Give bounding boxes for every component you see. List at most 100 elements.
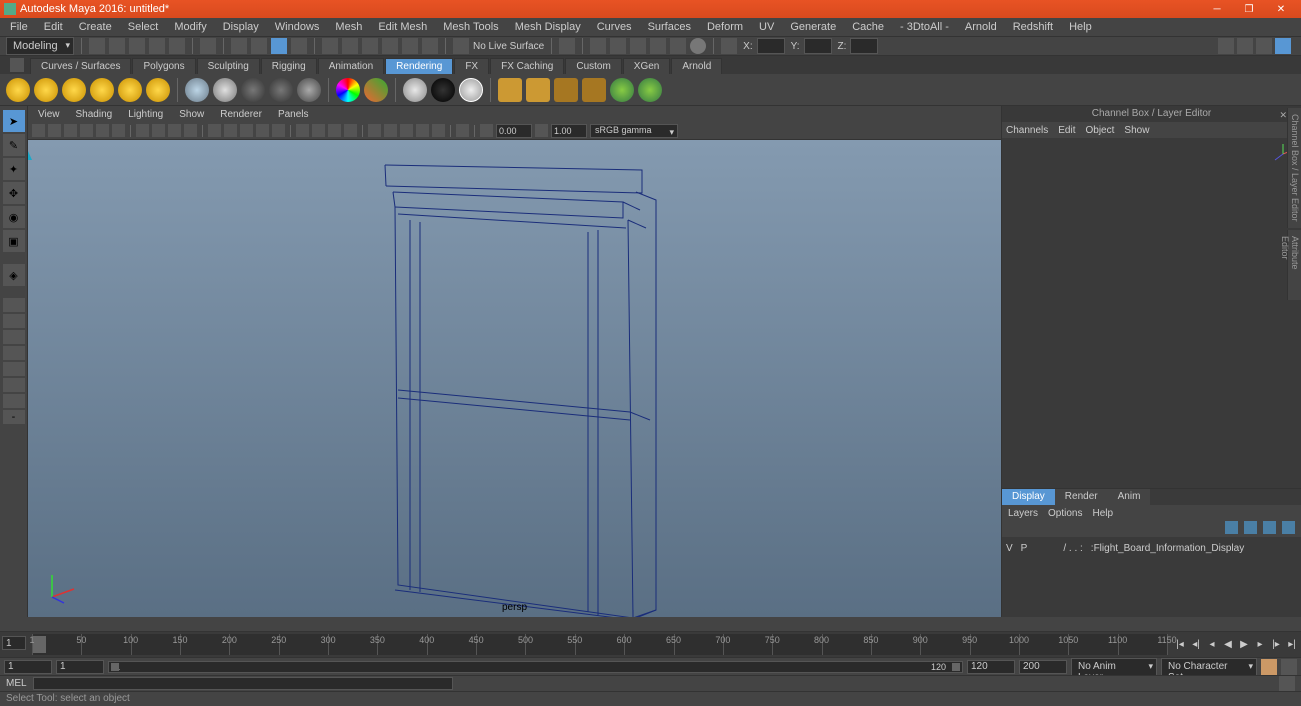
menu-display[interactable]: Display <box>217 19 265 35</box>
hik-icon[interactable] <box>1237 38 1253 54</box>
menu-select[interactable]: Select <box>122 19 165 35</box>
layered-shader-icon[interactable] <box>364 78 388 102</box>
history-icon[interactable] <box>559 38 575 54</box>
channels-show-tab[interactable]: Show <box>1124 125 1149 136</box>
layers-menu[interactable]: Layers <box>1008 508 1038 519</box>
cmd-input[interactable] <box>33 677 453 690</box>
goto-end-icon[interactable]: ▸| <box>1286 638 1299 651</box>
render-view-shelf-icon[interactable] <box>610 78 634 102</box>
spot-light-icon[interactable] <box>90 78 114 102</box>
snap-grid-icon[interactable] <box>231 38 247 54</box>
autokey-icon[interactable] <box>1261 659 1277 675</box>
playback-end-input[interactable] <box>967 660 1015 674</box>
vtab-channel-box[interactable]: Channel Box / Layer Editor <box>1287 108 1301 228</box>
shelf-tab-polygons[interactable]: Polygons <box>132 58 195 74</box>
menu-file[interactable]: File <box>4 19 34 35</box>
use-background-icon[interactable] <box>459 78 483 102</box>
cmd-lang-label[interactable]: MEL <box>6 678 27 689</box>
play-back-icon[interactable]: ◀ <box>1222 638 1235 651</box>
grid-icon[interactable] <box>136 124 149 137</box>
bookmarks-icon[interactable] <box>64 124 77 137</box>
new-scene-icon[interactable] <box>89 38 105 54</box>
workspace-dropdown[interactable]: Modeling <box>6 37 74 55</box>
dof-icon[interactable] <box>456 124 469 137</box>
attr-editor-icon[interactable] <box>1256 38 1272 54</box>
ipr-render-icon[interactable] <box>610 38 626 54</box>
step-back-key-icon[interactable]: ◂| <box>1190 638 1203 651</box>
vtab-attribute-editor[interactable]: Attribute Editor <box>1287 230 1301 300</box>
step-back-icon[interactable]: ◂ <box>1206 638 1219 651</box>
timeline[interactable]: 1501001502002503003504004505005506006507… <box>0 631 1301 657</box>
current-frame-input[interactable] <box>2 636 26 650</box>
step-fwd-key-icon[interactable]: |▸ <box>1270 638 1283 651</box>
render-view-icon[interactable] <box>650 38 666 54</box>
phong-e-icon[interactable] <box>269 78 293 102</box>
layer-visible-toggle[interactable]: V <box>1006 543 1013 554</box>
channels-edit-tab[interactable]: Edit <box>1058 125 1075 136</box>
gamma-icon[interactable] <box>535 124 548 137</box>
lasso-tool[interactable]: ✎ <box>3 134 25 156</box>
move-layer-down-icon[interactable] <box>1244 521 1257 534</box>
layer-flags[interactable]: / . . : <box>1063 543 1082 554</box>
menu-modify[interactable]: Modify <box>168 19 212 35</box>
menu-deform[interactable]: Deform <box>701 19 749 35</box>
menu-uv[interactable]: UV <box>753 19 780 35</box>
script-editor-icon[interactable] <box>1279 676 1295 692</box>
new-layer-selected-icon[interactable] <box>1282 521 1295 534</box>
select-tool[interactable]: ➤ <box>3 110 25 132</box>
render-settings-shelf-icon[interactable] <box>554 78 578 102</box>
menu-create[interactable]: Create <box>73 19 118 35</box>
channels-tab[interactable]: Channels <box>1006 125 1048 136</box>
coord-y-input[interactable] <box>804 38 832 54</box>
sym-x-icon[interactable] <box>322 38 338 54</box>
batch-render-icon[interactable] <box>638 78 662 102</box>
ipr-render-shelf-icon[interactable] <box>526 78 550 102</box>
shelf-menu-icon[interactable] <box>10 58 24 72</box>
gamma-input[interactable] <box>551 124 587 138</box>
xform-noconstrain-icon[interactable] <box>721 38 737 54</box>
layer-tab-render[interactable]: Render <box>1055 489 1108 505</box>
menu-cache[interactable]: Cache <box>846 19 890 35</box>
xray-icon[interactable] <box>312 124 325 137</box>
step-fwd-icon[interactable]: ▸ <box>1254 638 1267 651</box>
shelf-tab-sculpting[interactable]: Sculpting <box>197 58 260 74</box>
panel-menu-shading[interactable]: Shading <box>72 108 117 121</box>
panel-menu-panels[interactable]: Panels <box>274 108 313 121</box>
volume-light-icon[interactable] <box>146 78 170 102</box>
snap-plane-icon[interactable] <box>291 38 307 54</box>
color-mgmt-dropdown[interactable]: sRGB gamma <box>590 124 678 138</box>
film-gate-icon[interactable] <box>152 124 165 137</box>
move-layer-up-icon[interactable] <box>1225 521 1238 534</box>
layers-help-menu[interactable]: Help <box>1092 508 1113 519</box>
save-scene-icon[interactable] <box>129 38 145 54</box>
menu-windows[interactable]: Windows <box>269 19 326 35</box>
menu-arnold[interactable]: Arnold <box>959 19 1003 35</box>
shelf-tab-arnold[interactable]: Arnold <box>671 58 722 74</box>
shelf-tab-custom[interactable]: Custom <box>565 58 621 74</box>
layout-three-left-icon[interactable] <box>3 378 25 392</box>
ssao-icon[interactable] <box>400 124 413 137</box>
live-surface-icon[interactable] <box>453 38 469 54</box>
channels-object-tab[interactable]: Object <box>1086 125 1115 136</box>
render-sequence-icon[interactable] <box>670 38 686 54</box>
coord-z-input[interactable] <box>850 38 878 54</box>
layout-single-icon[interactable] <box>3 298 25 312</box>
surface-shader-icon[interactable] <box>431 78 455 102</box>
range-start-input[interactable] <box>4 660 52 674</box>
layout-custom-icon[interactable] <box>3 394 25 408</box>
layout-collapse-icon[interactable]: - <box>3 410 25 424</box>
snap-curve-icon[interactable] <box>251 38 267 54</box>
menu-mesh-display[interactable]: Mesh Display <box>509 19 587 35</box>
menu-mesh[interactable]: Mesh <box>329 19 368 35</box>
default-mat-icon[interactable] <box>368 124 381 137</box>
close-button[interactable]: ✕ <box>1269 2 1293 16</box>
ramp-shader-icon[interactable] <box>336 78 360 102</box>
layer-playback-toggle[interactable]: P <box>1021 543 1028 554</box>
lambert-icon[interactable] <box>185 78 209 102</box>
scale-tool[interactable]: ▣ <box>3 230 25 252</box>
shelf-tab-fxcaching[interactable]: FX Caching <box>490 58 564 74</box>
xray-comp-icon[interactable] <box>344 124 357 137</box>
image-plane-icon[interactable] <box>80 124 93 137</box>
open-scene-icon[interactable] <box>109 38 125 54</box>
wireframe-icon[interactable] <box>208 124 221 137</box>
